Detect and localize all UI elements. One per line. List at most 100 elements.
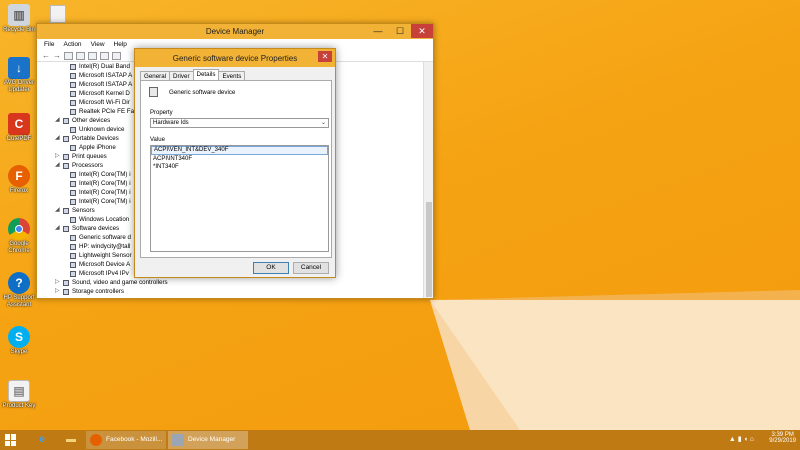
- menu-action[interactable]: Action: [63, 41, 81, 48]
- scrollbar-thumb[interactable]: [426, 202, 432, 297]
- minimize-button[interactable]: —: [367, 24, 389, 38]
- avg-driver-updater-shortcut[interactable]: ↓ AVG Driver Updater: [2, 57, 36, 94]
- file-explorer-icon[interactable]: ▬: [60, 432, 82, 448]
- google-chrome-shortcut[interactable]: Google Chrome: [2, 218, 36, 255]
- tree-item[interactable]: HP: windycity@tall: [70, 242, 130, 251]
- firefox-icon: [90, 434, 102, 446]
- expander-icon[interactable]: ◢: [55, 224, 61, 233]
- tree-item[interactable]: ◢ Sensors: [55, 206, 95, 215]
- tree-item[interactable]: ▷ Sound, video and game controllers: [55, 278, 168, 287]
- menu-view[interactable]: View: [91, 41, 105, 48]
- device-icon: [70, 90, 76, 97]
- help-toolbar-icon[interactable]: [88, 51, 97, 60]
- tree-item[interactable]: ▷ Print queues: [55, 152, 107, 161]
- properties-toolbar-icon[interactable]: [64, 51, 73, 60]
- tree-item[interactable]: Microsoft Wi-Fi Dir: [70, 98, 130, 107]
- list-toolbar-icon[interactable]: [76, 51, 85, 60]
- tree-item[interactable]: Intel(R) Core(TM) i: [70, 188, 131, 197]
- device-icon: [70, 243, 76, 250]
- device-manager-titlebar[interactable]: Device Manager — ☐ ✕: [37, 24, 433, 39]
- tree-item[interactable]: Intel(R) Core(TM) i: [70, 179, 131, 188]
- tree-item[interactable]: ◢ Portable Devices: [55, 134, 119, 143]
- tree-item-label: Apple iPhone: [79, 144, 116, 151]
- tree-item[interactable]: Microsoft ISATAP A: [70, 80, 132, 89]
- tree-item[interactable]: Microsoft IPv4 IPv: [70, 269, 129, 278]
- menu-help[interactable]: Help: [114, 41, 127, 48]
- clock[interactable]: 3:39 PM 9/29/2019: [769, 430, 796, 450]
- monitor-toolbar-icon[interactable]: [112, 51, 121, 60]
- tab-general[interactable]: General: [140, 71, 171, 80]
- file-icon[interactable]: [50, 5, 66, 23]
- tree-item-label: Intel(R) Core(TM) i: [79, 189, 131, 196]
- forward-arrow-icon[interactable]: →: [53, 51, 61, 60]
- maximize-button[interactable]: ☐: [389, 24, 411, 38]
- start-button[interactable]: [5, 434, 17, 446]
- value-label: Value: [150, 137, 165, 143]
- tree-item-label: Software devices: [72, 225, 120, 232]
- skype-shortcut[interactable]: S Skype: [2, 326, 36, 356]
- properties-close-button[interactable]: ✕: [318, 51, 332, 62]
- tree-item-label: Microsoft IPv4 IPv: [79, 270, 129, 277]
- value-item[interactable]: ACPI\VEN_INT&DEV_340F: [151, 146, 328, 155]
- tree-item[interactable]: ▷ Storage controllers: [55, 287, 124, 296]
- taskbar-device-manager[interactable]: Device Manager: [168, 431, 248, 449]
- expander-icon[interactable]: ◢: [55, 206, 61, 215]
- tree-item[interactable]: Lightweight Sensor: [70, 251, 132, 260]
- cancel-button[interactable]: Cancel: [293, 262, 329, 274]
- tab-details[interactable]: Details: [192, 69, 220, 80]
- tree-item[interactable]: Intel(R) Core(TM) i: [70, 170, 131, 179]
- expander-icon[interactable]: ▷: [55, 278, 61, 287]
- property-dropdown[interactable]: Hardware Ids ⌄: [150, 118, 329, 128]
- tree-item[interactable]: Microsoft Kernel D: [70, 89, 130, 98]
- tree-item-label: Unknown device: [79, 126, 125, 133]
- clock-date: 9/29/2019: [769, 438, 796, 444]
- device-icon: [63, 162, 69, 169]
- ok-button[interactable]: OK: [253, 262, 289, 274]
- value-list[interactable]: ACPI\VEN_INT&DEV_340F ACPI\INT340F *INT3…: [150, 145, 329, 252]
- product-key-shortcut[interactable]: ▤ Product Key: [2, 380, 36, 410]
- system-tray-icons[interactable]: ▲ ▮ ◖ ⌂: [729, 435, 754, 443]
- tree-item-label: Intel(R) Core(TM) i: [79, 171, 131, 178]
- tree-item[interactable]: Generic software d: [70, 233, 131, 242]
- taskbar-firefox[interactable]: Facebook - Mozill...: [86, 431, 166, 449]
- property-dropdown-value: Hardware Ids: [153, 120, 189, 126]
- tab-events[interactable]: Events: [218, 71, 246, 80]
- menu-file[interactable]: File: [44, 41, 54, 48]
- expander-icon[interactable]: ◢: [55, 134, 61, 143]
- tree-item[interactable]: Microsoft ISATAP A: [70, 71, 132, 80]
- tree-item-label: Intel(R) Core(TM) i: [79, 198, 131, 205]
- expander-icon[interactable]: ◢: [55, 161, 61, 170]
- back-arrow-icon[interactable]: ←: [42, 51, 50, 60]
- tree-item[interactable]: Realtek PCIe FE Far: [70, 107, 136, 116]
- device-icon: [70, 99, 76, 106]
- tree-item[interactable]: ◢ Processors: [55, 161, 103, 170]
- device-icon: [70, 261, 76, 268]
- tree-item-label: Sensors: [72, 207, 95, 214]
- expander-icon[interactable]: ▷: [55, 287, 61, 296]
- expander-icon[interactable]: ◢: [55, 116, 61, 125]
- value-item[interactable]: *INT340F: [151, 163, 328, 171]
- scan-hardware-icon[interactable]: [100, 51, 109, 60]
- value-item[interactable]: ACPI\INT340F: [151, 155, 328, 163]
- tree-item[interactable]: Microsoft Device A: [70, 260, 130, 269]
- properties-titlebar[interactable]: Generic software device Properties ✕: [135, 49, 335, 67]
- internet-explorer-icon[interactable]: e: [31, 432, 53, 448]
- cutepdf-shortcut[interactable]: C CutePDF: [2, 113, 36, 143]
- device-icon: [70, 126, 76, 133]
- tree-item[interactable]: Unknown device: [70, 125, 124, 134]
- tree-item[interactable]: Intel(R) Core(TM) i: [70, 197, 131, 206]
- expander-icon[interactable]: ▷: [55, 152, 61, 161]
- tree-item[interactable]: Windows Location: [70, 215, 129, 224]
- tab-driver[interactable]: Driver: [169, 71, 194, 80]
- device-icon: [70, 270, 76, 277]
- firefox-shortcut[interactable]: F Firefox: [2, 165, 36, 195]
- close-button[interactable]: ✕: [411, 24, 433, 38]
- tree-item[interactable]: Apple iPhone: [70, 143, 116, 152]
- hp-support-assistant-shortcut[interactable]: ? HP Support Assistant: [2, 272, 36, 309]
- tree-item[interactable]: ◢ Software devices: [55, 224, 119, 233]
- recycle-bin-shortcut[interactable]: ▥ Recycle Bin: [2, 4, 36, 34]
- tree-item[interactable]: Intel(R) Dual Band: [70, 62, 130, 71]
- device-icon: [70, 252, 76, 259]
- tree-item[interactable]: ◢ Other devices: [55, 116, 110, 125]
- vertical-scrollbar[interactable]: [423, 62, 433, 298]
